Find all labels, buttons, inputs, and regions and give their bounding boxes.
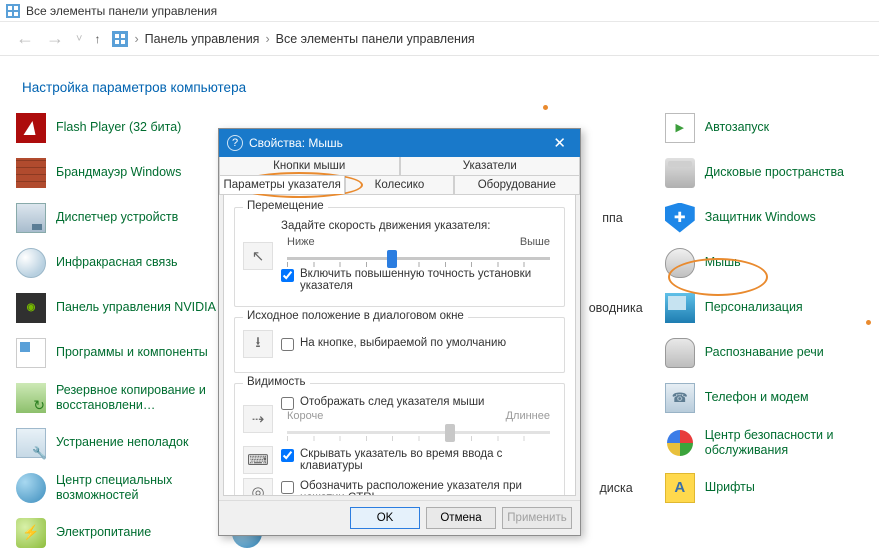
device-manager-icon — [14, 201, 48, 235]
flash-icon — [14, 111, 48, 145]
mouse-icon — [663, 246, 697, 280]
item-personalization[interactable]: Персонализация — [659, 285, 869, 330]
item-firewall[interactable]: Брандмауэр Windows — [10, 150, 220, 195]
control-panel-icon — [6, 4, 20, 18]
power-icon — [14, 516, 48, 550]
firewall-icon — [14, 156, 48, 190]
item-device-manager[interactable]: Диспетчер устройств — [10, 195, 220, 240]
speech-icon — [663, 336, 697, 370]
locate-ctrl-icon: ◎ — [243, 478, 273, 496]
hide-pointer-checkbox[interactable]: Скрывать указатель во время ввода с клав… — [281, 448, 556, 472]
breadcrumb-root[interactable]: Панель управления — [145, 32, 260, 46]
ok-button[interactable]: OK — [350, 507, 420, 529]
dialog-tabs: Кнопки мыши Указатели Параметры указател… — [219, 157, 580, 195]
address-icon — [112, 31, 128, 47]
item-autorun[interactable]: Автозапуск — [659, 105, 869, 150]
navbar: ← → ˅ ↑ › Панель управления › Все элемен… — [0, 22, 879, 56]
nav-back-icon[interactable]: ← — [10, 28, 40, 49]
item-speech[interactable]: Распознавание речи — [659, 330, 869, 375]
group-visibility: Видимость ⇢ Отображать след указателя мы… — [234, 383, 565, 496]
partial-text: диска — [600, 481, 633, 495]
snap-to-checkbox[interactable]: На кнопке, выбираемой по умолчанию — [281, 337, 506, 351]
group-snap-to: Исходное положение в диалоговом окне ⭳ Н… — [234, 317, 565, 373]
item-backup[interactable]: Резервное копирование и восстановлени… — [10, 375, 220, 420]
page-title: Настройка параметров компьютера — [0, 56, 879, 105]
item-ease-of-access[interactable]: Центр специальных возможностей — [10, 465, 220, 510]
trails-checkbox[interactable]: Отображать след указателя мыши — [281, 396, 556, 410]
dialog-button-bar: OK Отмена Применить — [219, 500, 580, 535]
tab-buttons[interactable]: Кнопки мыши — [219, 157, 400, 175]
trails-icon: ⇢ — [243, 405, 273, 433]
infrared-icon — [14, 246, 48, 280]
autorun-icon — [663, 111, 697, 145]
disks-icon — [663, 156, 697, 190]
item-mouse[interactable]: Мышь — [659, 240, 869, 285]
breadcrumb[interactable]: › Панель управления › Все элементы панел… — [134, 32, 474, 46]
item-programs[interactable]: Программы и компоненты — [10, 330, 220, 375]
item-flash-player[interactable]: Flash Player (32 бита) — [10, 105, 220, 150]
programs-icon — [14, 336, 48, 370]
dialog-title: Свойства: Мышь — [249, 136, 343, 150]
cancel-button[interactable]: Отмена — [426, 507, 496, 529]
breadcrumb-current[interactable]: Все элементы панели управления — [276, 32, 475, 46]
hide-pointer-icon: ⌨ — [243, 446, 273, 474]
enhance-precision-checkbox[interactable]: Включить повышенную точность установки у… — [281, 268, 556, 292]
item-fonts[interactable]: Шрифты — [659, 465, 869, 510]
accessibility-icon — [14, 471, 48, 505]
nvidia-icon — [14, 291, 48, 325]
item-infrared[interactable]: Инфракрасная связь — [10, 240, 220, 285]
personalization-icon — [663, 291, 697, 325]
item-phone-modem[interactable]: Телефон и модем — [659, 375, 869, 420]
group-motion: Перемещение ↖ Задайте скорость движения … — [234, 207, 565, 307]
pointer-speed-icon: ↖ — [243, 242, 273, 270]
tab-pointers[interactable]: Указатели — [400, 157, 581, 175]
chevron-right-icon: › — [134, 32, 138, 46]
modem-icon — [663, 381, 697, 415]
item-troubleshoot[interactable]: Устранение неполадок — [10, 420, 220, 465]
window-title: Все элементы панели управления — [26, 4, 217, 18]
window-titlebar: Все элементы панели управления — [0, 0, 879, 22]
dialog-body: Перемещение ↖ Задайте скорость движения … — [223, 195, 576, 496]
tab-wheel[interactable]: Колесико — [345, 175, 453, 194]
trail-length-slider — [287, 422, 550, 442]
help-icon[interactable]: ? — [227, 135, 243, 151]
troubleshoot-icon — [14, 426, 48, 460]
partial-text: оводника — [589, 301, 643, 315]
defender-icon: ✚ — [663, 201, 697, 235]
apply-button[interactable]: Применить — [502, 507, 572, 529]
item-nvidia[interactable]: Панель управления NVIDIA — [10, 285, 220, 330]
chevron-right-icon: › — [265, 32, 269, 46]
item-power[interactable]: Электропитание — [10, 510, 220, 555]
snap-to-icon: ⭳ — [243, 330, 273, 358]
dialog-titlebar[interactable]: ? Свойства: Мышь ✕ — [219, 129, 580, 157]
tab-pointer-options[interactable]: Параметры указателя — [219, 175, 345, 194]
security-flag-icon — [663, 426, 697, 460]
item-security-center[interactable]: Центр безопасности и обслуживания — [659, 420, 869, 465]
fonts-icon — [663, 471, 697, 505]
item-storage-spaces[interactable]: Дисковые пространства — [659, 150, 869, 195]
speed-label: Задайте скорость движения указателя: — [281, 220, 556, 232]
nav-up-icon[interactable]: ↑ — [94, 32, 100, 46]
nav-recent-icon[interactable]: ˅ — [70, 33, 88, 45]
mouse-properties-dialog: ? Свойства: Мышь ✕ Кнопки мыши Указатели… — [218, 128, 581, 536]
tab-hardware[interactable]: Оборудование — [454, 175, 580, 194]
backup-icon — [14, 381, 48, 415]
nav-forward-icon[interactable]: → — [40, 28, 70, 49]
item-windows-defender[interactable]: ✚Защитник Windows — [659, 195, 869, 240]
close-icon[interactable]: ✕ — [547, 134, 572, 152]
speed-slider[interactable] — [287, 248, 550, 268]
locate-ctrl-checkbox[interactable]: Обозначить расположение указателя при на… — [281, 480, 556, 496]
partial-text: ппа — [602, 211, 623, 225]
